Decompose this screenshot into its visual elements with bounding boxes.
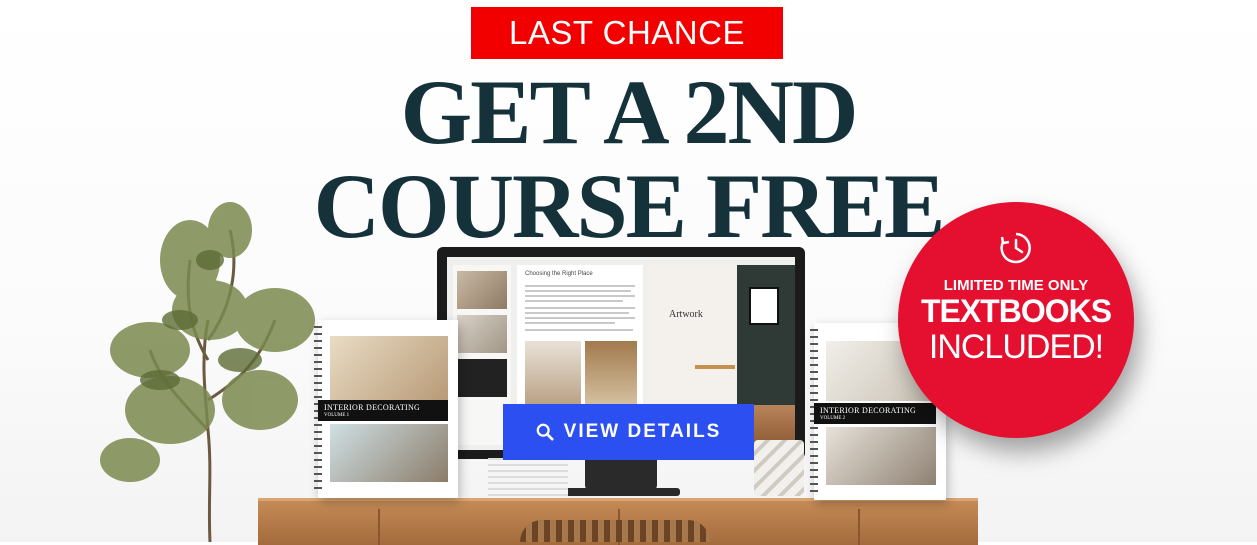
book-cover-photo-bottom — [330, 424, 448, 482]
last-chance-badge: LAST CHANCE — [471, 7, 783, 59]
screen-thumbnail — [457, 315, 507, 353]
screen-photo — [525, 341, 581, 411]
view-details-label: VIEW DETAILS — [563, 421, 722, 442]
textbooks-promo-circle: LIMITED TIME ONLY TEXTBOOKS INCLUDED! — [898, 202, 1134, 438]
wall-frame — [749, 287, 779, 325]
view-details-button[interactable]: VIEW DETAILS — [503, 404, 754, 460]
text-line — [525, 322, 615, 324]
text-line — [525, 329, 633, 331]
screen-thumbnail — [457, 271, 507, 309]
included-text: INCLUDED! — [928, 328, 1104, 366]
limited-time-text: LIMITED TIME ONLY — [943, 277, 1089, 294]
text-line — [525, 285, 635, 287]
screen-page-heading: Choosing the Right Place — [525, 271, 593, 277]
desk-drawer-line — [858, 509, 860, 545]
olive-tree-illustration — [100, 202, 315, 542]
wicker-basket — [520, 520, 710, 542]
desk-drawer-line — [378, 509, 380, 545]
book-title: INTERIOR DECORATING — [324, 403, 421, 412]
text-line — [525, 295, 635, 297]
clock-icon — [1000, 232, 1031, 264]
book-cover-photo-bottom — [826, 427, 936, 485]
search-icon — [536, 423, 554, 441]
text-line — [525, 307, 635, 309]
book-title-band: INTERIOR DECORATING VOLUME 1 — [318, 400, 448, 421]
paper-stack — [488, 458, 568, 498]
screen-photo — [585, 341, 637, 411]
book-title-band: INTERIOR DECORATING VOLUME 2 — [814, 403, 936, 424]
screen-thumbnail — [457, 359, 507, 397]
text-line — [525, 290, 631, 292]
book-title: INTERIOR DECORATING — [820, 406, 917, 415]
screen-artwork-label: Artwork — [669, 309, 703, 320]
book-volume: VOLUME 1 — [324, 413, 350, 418]
textbooks-text: TEXTBOOKS — [920, 293, 1112, 329]
book-cover-photo-top — [330, 336, 448, 400]
book-volume: VOLUME 2 — [820, 416, 846, 421]
text-line — [525, 300, 623, 302]
decor-vase — [754, 440, 804, 496]
headline-line-1: GET A 2ND — [400, 61, 859, 163]
round-table — [695, 365, 735, 405]
last-chance-text: LAST CHANCE — [509, 14, 745, 51]
monitor-base — [562, 488, 680, 496]
text-line — [525, 312, 629, 314]
monitor-stand — [585, 459, 657, 491]
text-line — [525, 317, 635, 319]
textbook-volume-1: INTERIOR DECORATING VOLUME 1 — [314, 320, 458, 498]
